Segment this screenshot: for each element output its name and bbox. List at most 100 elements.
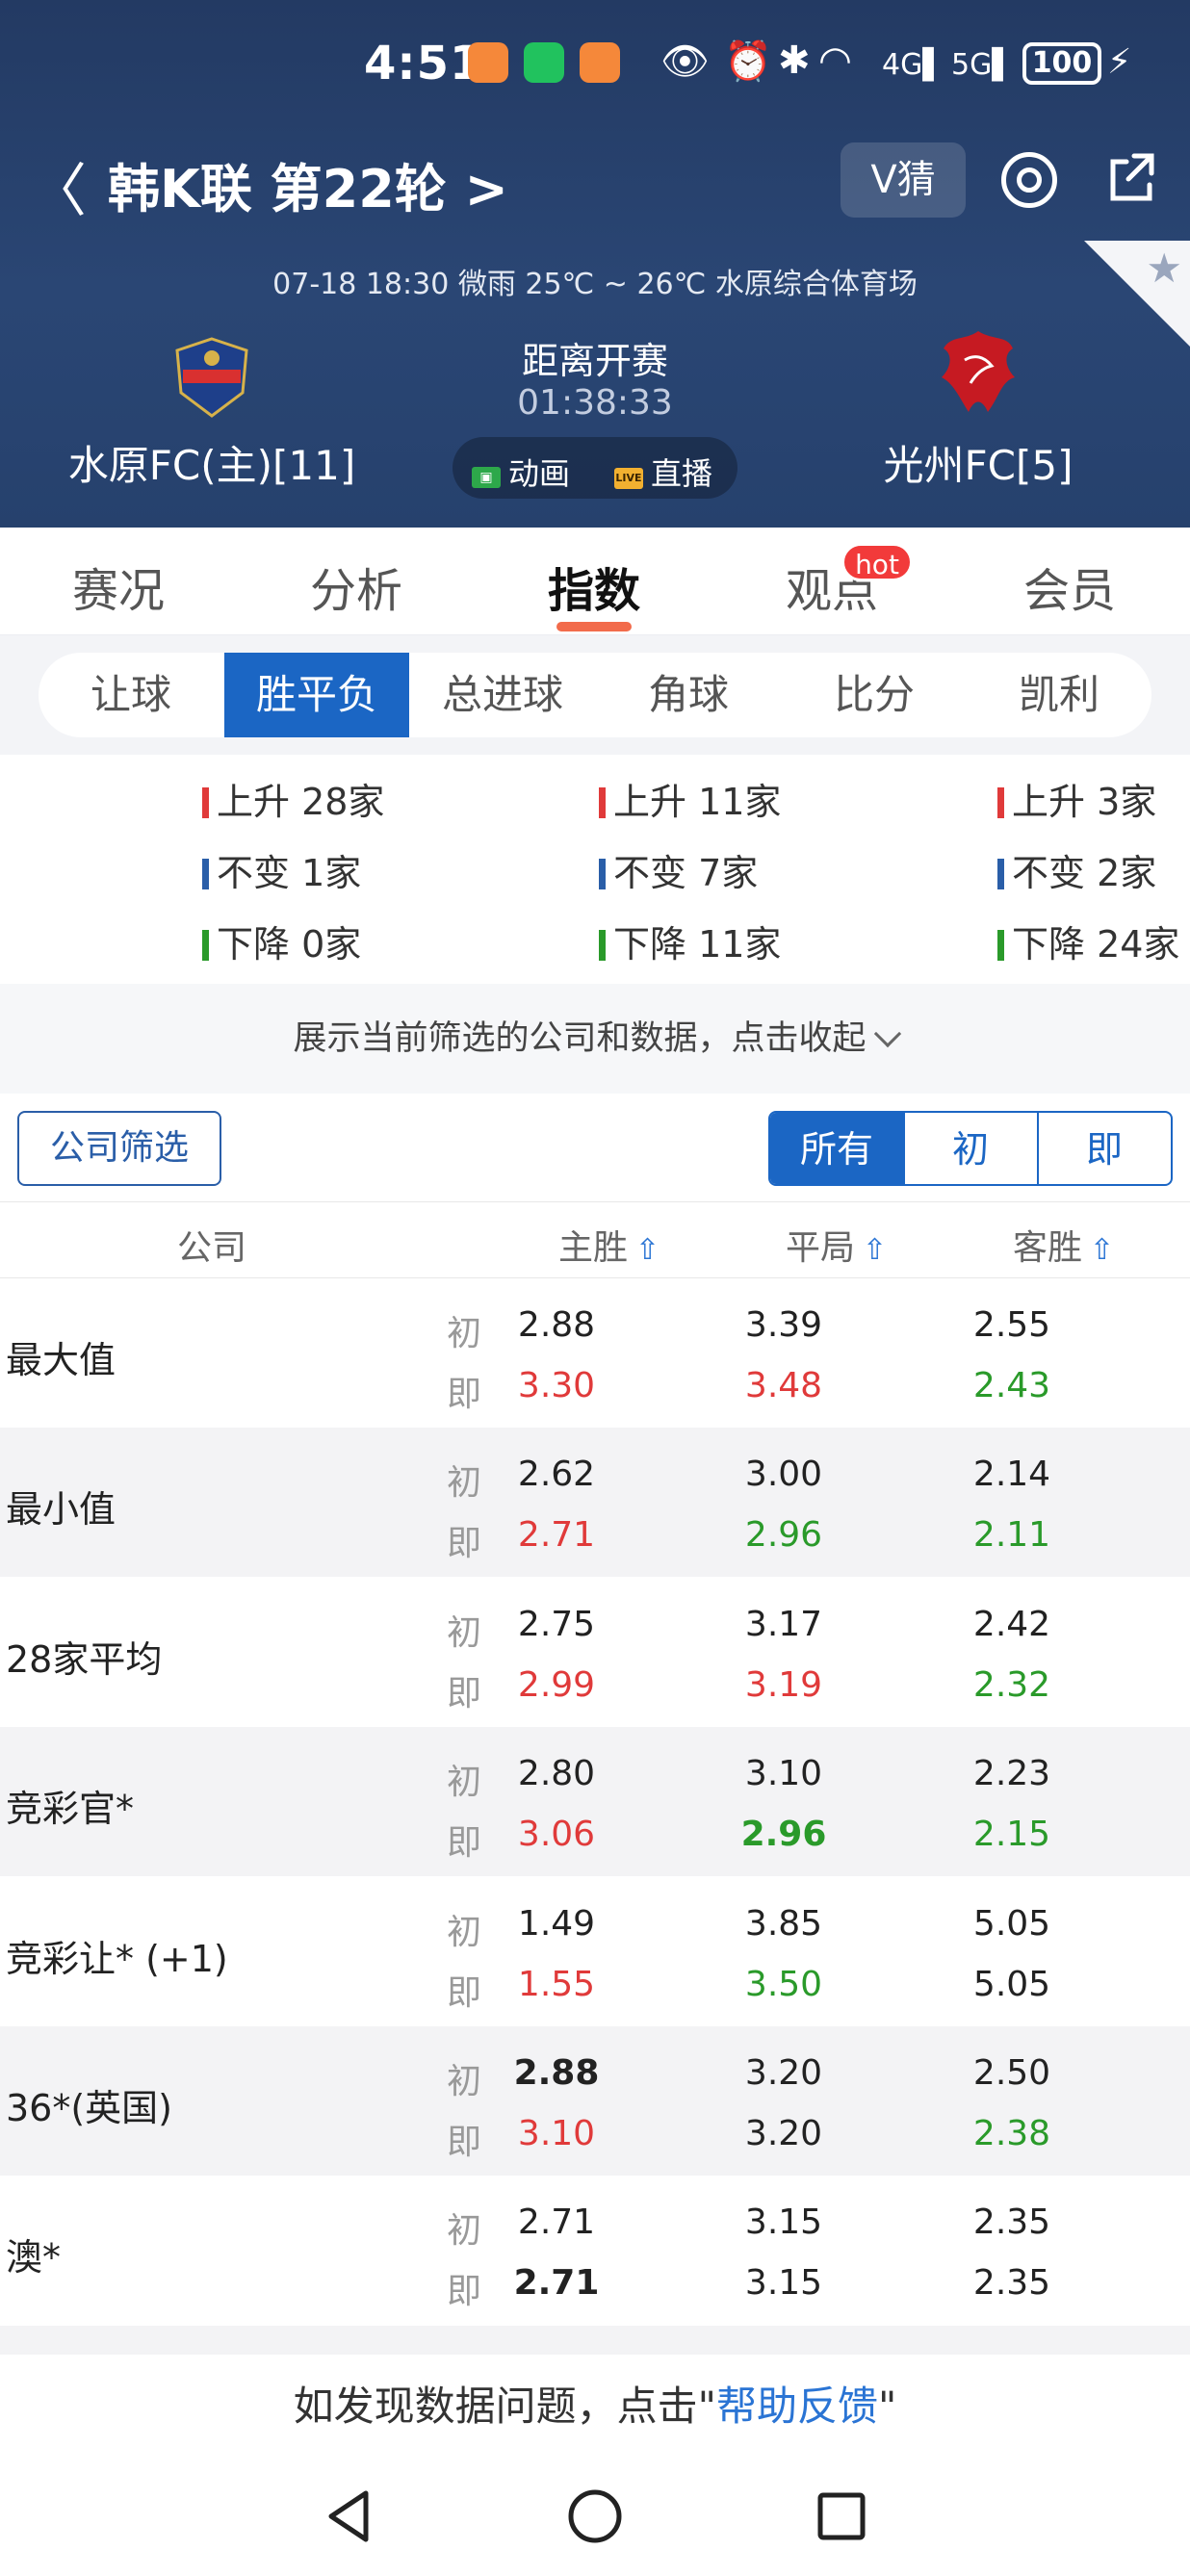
segment-initial[interactable]: 初 — [903, 1113, 1036, 1184]
live-odds-draw: 3.19 — [744, 1664, 823, 1705]
tab-analysis[interactable]: 分析 — [260, 553, 453, 620]
live-odds-home: 3.30 — [517, 1366, 596, 1405]
away-team-logo — [942, 331, 1015, 412]
system-nav-bar — [0, 2459, 1190, 2576]
initial-odds-draw: 3.39 — [744, 1305, 823, 1345]
collapse-notice[interactable]: 展示当前筛选的公司和数据，点击收起 — [0, 984, 1190, 1094]
recent-apps-icon[interactable] — [816, 2487, 867, 2545]
live-label: 即 — [447, 2272, 482, 2312]
initial-odds-home: 2.62 — [517, 1455, 596, 1495]
live-odds-draw: 2.96 — [744, 1515, 823, 1556]
initial-odds-draw: 3.10 — [744, 1754, 823, 1794]
live-odds-home: 2.71 — [513, 2263, 600, 2304]
initial-label: 初 — [447, 1763, 482, 1803]
tab-odds[interactable]: 指数 — [498, 553, 690, 620]
subtab-score[interactable]: 比分 — [782, 653, 967, 737]
odds-row[interactable]: 竞彩官* 初 2.80 3.10 2.23 即 3.06 2.96 2.15 — [0, 1727, 1190, 1877]
feedback-bar: 如发现数据问题，点击"帮助反馈" — [0, 2355, 1190, 2459]
odds-time-segment: 所有 初 即 — [768, 1111, 1173, 1186]
away-down-stat: 下降 24家 — [997, 914, 1179, 967]
sort-up-icon: ⇧ — [863, 1233, 888, 1267]
header-nav: 〈 韩K联 第22轮 > V猜 — [0, 135, 1190, 231]
odds-table-body: 最大值初 2.88 3.39 2.55 即 3.30 3.48 2.43 最小值初 2.62 3.0… — [0, 1278, 1190, 2355]
initial-odds-home: 2.88 — [517, 1305, 596, 1345]
bluetooth-icon: ✱ — [778, 39, 811, 83]
live-button[interactable]: LIVE 直播 — [614, 450, 712, 494]
tab-match-status[interactable]: 赛况 — [22, 553, 215, 620]
live-odds-away: 5.05 — [972, 1964, 1051, 2004]
initial-odds-draw: 3.00 — [744, 1455, 823, 1495]
live-odds-away: 2.32 — [972, 1664, 1051, 1705]
target-icon[interactable] — [1001, 152, 1057, 208]
odds-row[interactable]: 竞彩让* (+1) 初 1.49 3.85 5.05 即 1.55 3.50 5.05 — [0, 1877, 1190, 2026]
odds-row[interactable]: 36*(英国) 初 2.88 3.20 2.50 即 3.10 3.20 2.38 — [0, 2026, 1190, 2176]
live-odds-away: 2.38 — [972, 2114, 1051, 2153]
initial-odds-home: 2.80 — [517, 1754, 596, 1794]
company-name: 最小值 — [6, 1488, 116, 1532]
company-name: 竞彩让* (+1) — [6, 1937, 228, 1980]
match-header: 4:51 👁 ⏰ ✱ ◠ 4G▌ 5G▌ 100 ⚡ 〈 韩K联 第22轮 > … — [0, 0, 1190, 528]
home-team-name: 水原FC(主)[11] — [67, 442, 356, 489]
col-draw[interactable]: 平局 ⇧ — [786, 1220, 887, 1270]
company-name: 36*(英国) — [6, 2087, 173, 2129]
initial-label: 初 — [447, 1912, 482, 1952]
health-app-icon-2 — [580, 42, 620, 83]
back-arrow-icon[interactable]: 〈 — [29, 144, 87, 228]
away-same-stat: 不变 2家 — [997, 843, 1156, 896]
subtab-kelly[interactable]: 凯利 — [967, 653, 1151, 737]
company-name: 澳* — [6, 2236, 62, 2280]
initial-odds-home: 2.71 — [517, 2202, 596, 2243]
vguess-button[interactable]: V猜 — [841, 142, 966, 218]
back-triangle-icon[interactable] — [323, 2487, 374, 2545]
live-odds-away: 2.35 — [972, 2263, 1051, 2304]
initial-odds-draw: 3.85 — [744, 1903, 823, 1944]
live-odds-home: 3.06 — [517, 1815, 596, 1855]
sort-up-icon: ⇧ — [1090, 1233, 1115, 1267]
segment-live[interactable]: 即 — [1037, 1113, 1170, 1184]
company-filter-button[interactable]: 公司筛选 — [17, 1111, 221, 1186]
animation-button[interactable]: ▣ 动画 — [472, 450, 570, 494]
draw-down-stat: 下降 11家 — [599, 914, 781, 967]
initial-odds-away: 2.42 — [972, 1604, 1051, 1644]
initial-label: 初 — [447, 1314, 482, 1353]
collapse-notice-text: 展示当前筛选的公司和数据，点击收起 — [293, 1019, 867, 1058]
odds-row[interactable]: 最大值 初 2.88 3.39 2.55 即 3.30 3.48 2.43 — [0, 1278, 1190, 1428]
odds-row[interactable]: 28家平均 初 2.75 3.17 2.42 即 2.99 3.19 2.32 — [0, 1578, 1190, 1727]
company-name: 最大值 — [6, 1339, 116, 1381]
subtab-1x2[interactable]: 胜平负 — [224, 653, 409, 737]
live-label: 即 — [447, 1823, 482, 1864]
initial-odds-draw: 3.17 — [744, 1604, 823, 1644]
status-bar: 4:51 👁 ⏰ ✱ ◠ 4G▌ 5G▌ 100 ⚡ — [0, 29, 1190, 106]
odds-row[interactable]: 澳* 初 2.71 3.15 2.35 即 2.71 3.15 2.35 — [0, 2176, 1190, 2325]
odds-type-tabs: 让球 胜平负 总进球 角球 比分 凯利 — [39, 653, 1151, 737]
initial-odds-away: 5.05 — [972, 1903, 1051, 1944]
initial-odds-away: 2.14 — [972, 1455, 1051, 1495]
live-odds-home: 1.55 — [517, 1964, 596, 2004]
segment-all[interactable]: 所有 — [770, 1113, 903, 1184]
status-time: 4:51 — [364, 37, 483, 90]
away-up-stat: 上升 3家 — [997, 772, 1156, 825]
share-icon[interactable] — [1105, 150, 1159, 206]
odds-row[interactable]: 最小值 初 2.62 3.00 2.14 即 2.71 2.96 2.11 — [0, 1428, 1190, 1578]
feedback-link[interactable]: 帮助反馈 — [716, 2383, 878, 2430]
subtab-handicap[interactable]: 让球 — [39, 653, 223, 737]
live-odds-away: 2.43 — [972, 1366, 1051, 1405]
chevron-down-icon — [873, 1019, 901, 1048]
subtab-corners[interactable]: 角球 — [596, 653, 781, 737]
initial-label: 初 — [447, 1463, 482, 1504]
col-away-win[interactable]: 客胜 ⇧ — [1013, 1220, 1114, 1270]
odds-row-partial[interactable] — [0, 2325, 1190, 2355]
subtab-total-goals[interactable]: 总进球 — [410, 653, 595, 737]
trend-stats: 上升 28家 不变 1家 下降 0家 上升 11家 不变 7家 下降 11家 上… — [0, 755, 1190, 984]
charging-icon: ⚡ — [1107, 42, 1132, 82]
initial-odds-away: 2.35 — [972, 2202, 1051, 2243]
live-odds-home: 2.71 — [517, 1515, 596, 1556]
active-tab-indicator — [556, 622, 632, 631]
home-circle-icon[interactable] — [566, 2487, 624, 2545]
initial-odds-draw: 3.20 — [744, 2053, 823, 2093]
tab-membership[interactable]: 会员 — [973, 553, 1166, 620]
league-round-link[interactable]: 韩K联 第22轮 > — [108, 146, 508, 222]
company-name: 28家平均 — [6, 1637, 163, 1681]
col-home-win[interactable]: 主胜 ⇧ — [558, 1220, 660, 1270]
col-company: 公司 — [177, 1228, 247, 1268]
